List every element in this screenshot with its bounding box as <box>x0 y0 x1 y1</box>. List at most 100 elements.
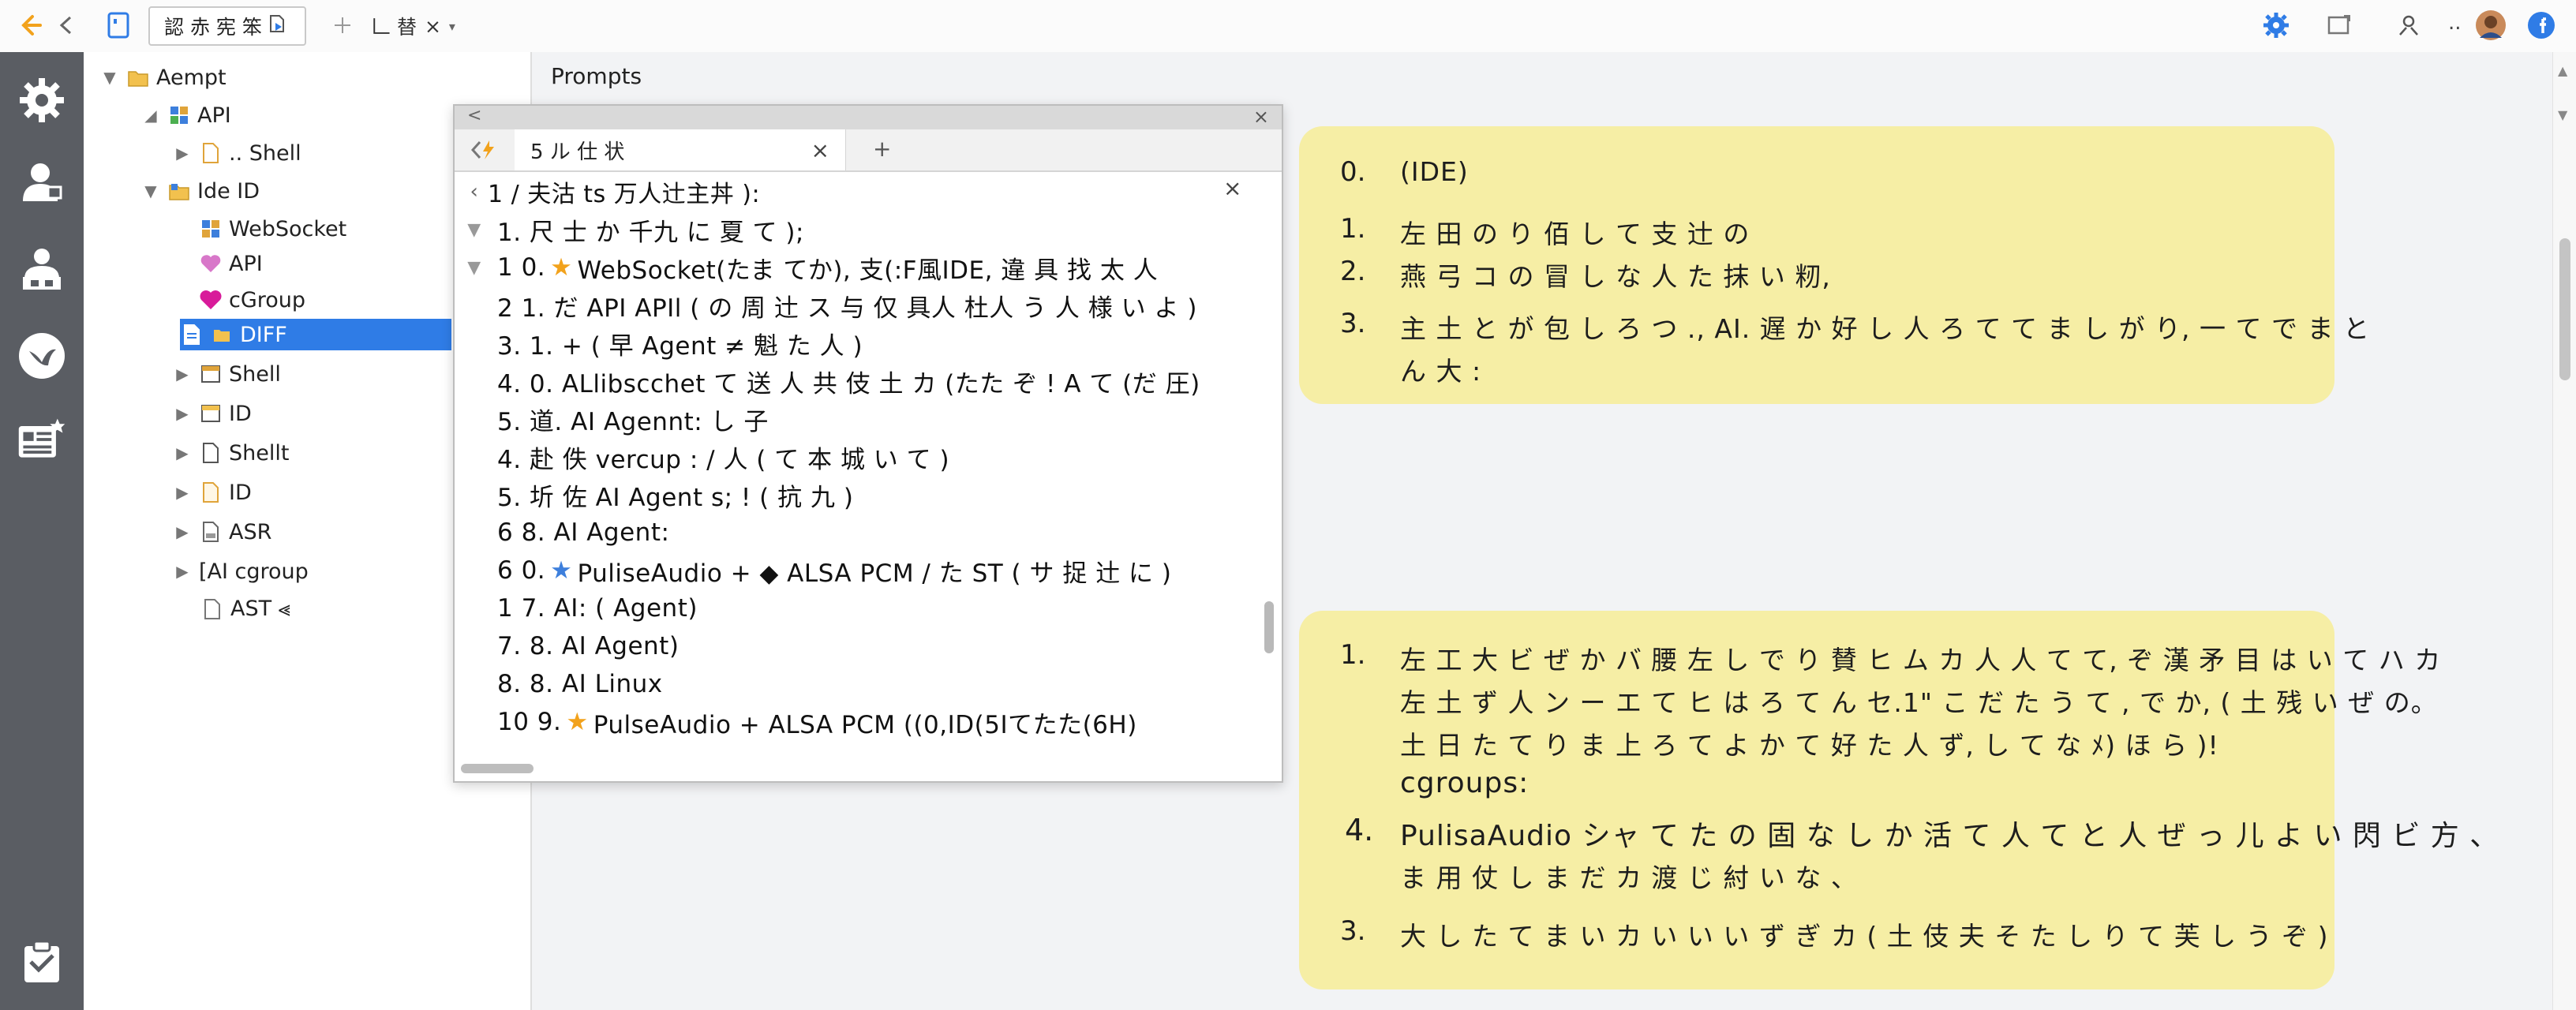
expand-icon[interactable]: ▶ <box>172 562 193 581</box>
tree-item[interactable]: ▼ Aempt <box>99 60 226 95</box>
user-icon[interactable] <box>16 156 68 208</box>
tree-item[interactable]: ◢ API <box>140 98 230 133</box>
new-tab-button[interactable]: + <box>873 136 891 162</box>
tree-item[interactable]: WebSocket <box>172 211 346 246</box>
more-label[interactable]: .. <box>2448 11 2462 35</box>
tree-item-label: [AI cgroup <box>199 559 309 584</box>
code-line[interactable]: 5. 道. AI Agennt: し 子 <box>497 401 769 437</box>
code-line[interactable]: 5. 圻 佐 AI Agent s; ! ( 抗 九 ) <box>497 477 853 513</box>
search-file-icon <box>267 13 287 39</box>
tree-item[interactable]: AST ⪡ <box>200 592 290 627</box>
code-line[interactable]: 8. 8. AI Linux <box>497 666 663 702</box>
expand-icon[interactable]: ▶ <box>172 443 193 462</box>
code-line[interactable]: ▼ 1. 尺 士 か 千九 に 夏 て ); <box>455 211 804 248</box>
tree-item-selected[interactable]: DIFF <box>180 317 287 352</box>
tree-item[interactable]: ▶ [AI cgroup <box>172 554 309 589</box>
code-line[interactable]: 6 8. AI Agent: <box>497 514 669 551</box>
tab-close-button[interactable]: × <box>425 15 441 38</box>
code-line[interactable]: 6 0. ★ PuliseAudio + ◆ ALSA PCM / た ST (… <box>497 552 1172 589</box>
code-vertical-scrollbar[interactable] <box>1264 601 1274 653</box>
collapse-icon[interactable]: ▼ <box>140 181 161 200</box>
tree-item[interactable]: API <box>172 246 263 281</box>
list-number: 2. <box>1340 256 1366 287</box>
code-window[interactable]: < × 5 ル 仕 状 × + ‹ 1 / 夫沽 ts 万人辻主丼 ): × ▼… <box>453 104 1283 783</box>
table-icon <box>199 362 223 386</box>
tree-item[interactable]: ▶ ID <box>172 475 252 510</box>
list-number: 1. <box>1340 639 1366 671</box>
gear-icon[interactable] <box>2257 6 2295 44</box>
dropdown-icon[interactable]: ▾ <box>449 19 455 34</box>
scrollbar-thumb[interactable] <box>2559 238 2570 380</box>
facebook-icon[interactable] <box>2522 6 2560 44</box>
tab-second[interactable]: 𠃊 替 × ▾ <box>371 6 455 46</box>
scroll-down-icon[interactable]: ▼ <box>2558 107 2567 122</box>
expand-icon[interactable]: ▶ <box>172 483 193 502</box>
tree-item[interactable]: ▶ Shellt <box>172 436 289 470</box>
tree-item[interactable]: ▶ ID <box>172 396 251 431</box>
person-icon[interactable] <box>2390 6 2428 44</box>
code-line[interactable]: 2 1. だ API APIl ( の 周 辻 ス 与 仅 具人 杜人 う 人 … <box>497 287 1197 324</box>
window-icon[interactable] <box>2320 6 2358 44</box>
file-icon <box>180 323 204 346</box>
expand-icon[interactable]: ▶ <box>172 365 193 383</box>
tree-item-label: AST ⪡ <box>230 597 290 621</box>
fold-icon[interactable]: ▼ <box>461 258 488 278</box>
expand-icon[interactable]: ▶ <box>172 144 193 163</box>
fold-icon[interactable]: ▼ <box>461 220 488 240</box>
back-arrow-icon[interactable] <box>11 6 49 44</box>
top-toolbar: 認 赤 宪 笨 𠃊 替 × ▾ .. <box>0 0 2576 54</box>
code-line[interactable]: 4. 0. ALlibscchet て 送 人 共 伎 土 カ (たた ぞ ! … <box>497 363 1200 399</box>
header-close-button[interactable]: × <box>1223 175 1241 201</box>
main-vertical-scrollbar[interactable]: ▲ ▼ <box>2552 52 2576 1010</box>
grid-icon <box>167 103 191 127</box>
tree-item-label: ID <box>229 480 252 505</box>
code-line[interactable]: 10 9. ★ PulseAudio + ALSA PCM ((0,ID(5Iて… <box>497 704 1137 740</box>
prompt-card[interactable]: 0. (IDE) 1. 左 田 の り 佰 し て 支 辻 の 2. 燕 弓 コ… <box>1299 126 2369 404</box>
tab-second-label: 𠃊 替 <box>371 16 417 39</box>
window-close-button[interactable]: × <box>1253 106 1269 128</box>
tree-item[interactable]: ▶ ASR <box>172 514 271 549</box>
tree-item[interactable]: ▶ Shell <box>172 357 281 391</box>
code-tab-close-button[interactable]: × <box>811 137 829 163</box>
tree-item-label: WebSocket <box>229 216 347 241</box>
scroll-up-icon[interactable]: ▲ <box>2558 63 2567 78</box>
code-horizontal-scrollbar[interactable] <box>461 762 1274 775</box>
bird-icon[interactable] <box>16 330 68 382</box>
settings-gear-icon[interactable] <box>16 74 68 126</box>
expand-icon[interactable]: ▶ <box>172 522 193 541</box>
code-window-titlebar[interactable]: < × <box>455 106 1282 130</box>
code-tab-bar: 5 ル 仕 状 × + <box>455 129 1282 172</box>
list-number: 3. <box>1340 308 1366 339</box>
tree-item[interactable]: ▼ Ide ID <box>140 174 260 208</box>
tree-item[interactable]: cGroup <box>172 282 305 317</box>
tab-active[interactable]: 認 赤 宪 笨 <box>148 6 306 46</box>
list-number: 3. <box>1340 915 1366 947</box>
code-tab-icon[interactable] <box>470 139 499 164</box>
user-group-icon[interactable] <box>16 243 68 295</box>
code-tab[interactable]: 5 ル 仕 状 × <box>515 129 846 170</box>
code-line[interactable]: ▼ 1 0. ★ WebSocket(たま てか), 支(:F風IDE, 違 具… <box>455 249 1158 286</box>
titlebar-back-button[interactable]: < <box>467 106 481 125</box>
tree-item-label: API <box>229 251 263 276</box>
code-line[interactable]: 3. 1. + ( 早 Agent ≠ 魁 た 人 ) <box>497 325 863 361</box>
document-icon[interactable] <box>99 6 137 44</box>
code-line[interactable]: 1 7. AI: ( Agent) <box>497 590 698 627</box>
list-number: 0. <box>1340 156 1366 188</box>
expand-icon[interactable]: ▶ <box>172 404 193 423</box>
list-text: ん 大 : <box>1400 356 1482 387</box>
avatar[interactable] <box>2472 6 2510 44</box>
code-line[interactable]: 7. 8. AI Agent) <box>497 628 679 664</box>
tree-item[interactable]: ▶ .. Shell <box>172 136 301 170</box>
tree-item-label: Ide ID <box>197 178 260 204</box>
code-line[interactable]: 4. 赴 佚 vercup : / 人 ( て 本 城 い て ) <box>497 439 949 475</box>
news-icon[interactable] <box>16 413 68 466</box>
star-icon: ★ <box>550 556 573 585</box>
collapse-icon[interactable]: ▼ <box>99 68 120 87</box>
clipboard-icon[interactable] <box>16 936 68 988</box>
grid-icon <box>199 217 223 241</box>
list-text: 燕 弓 コ の 冒 し な 人 た 抹 い 籾, <box>1400 261 1831 292</box>
prompt-card[interactable]: 1. 左 工 大 ビ ぜ か バ 腰 左 し で り 賛 ヒ ム カ 人 人 て… <box>1299 611 2498 989</box>
pin-icon[interactable] <box>324 6 361 44</box>
forward-chevron-icon[interactable] <box>47 6 85 44</box>
collapse-icon[interactable]: ◢ <box>140 106 161 125</box>
